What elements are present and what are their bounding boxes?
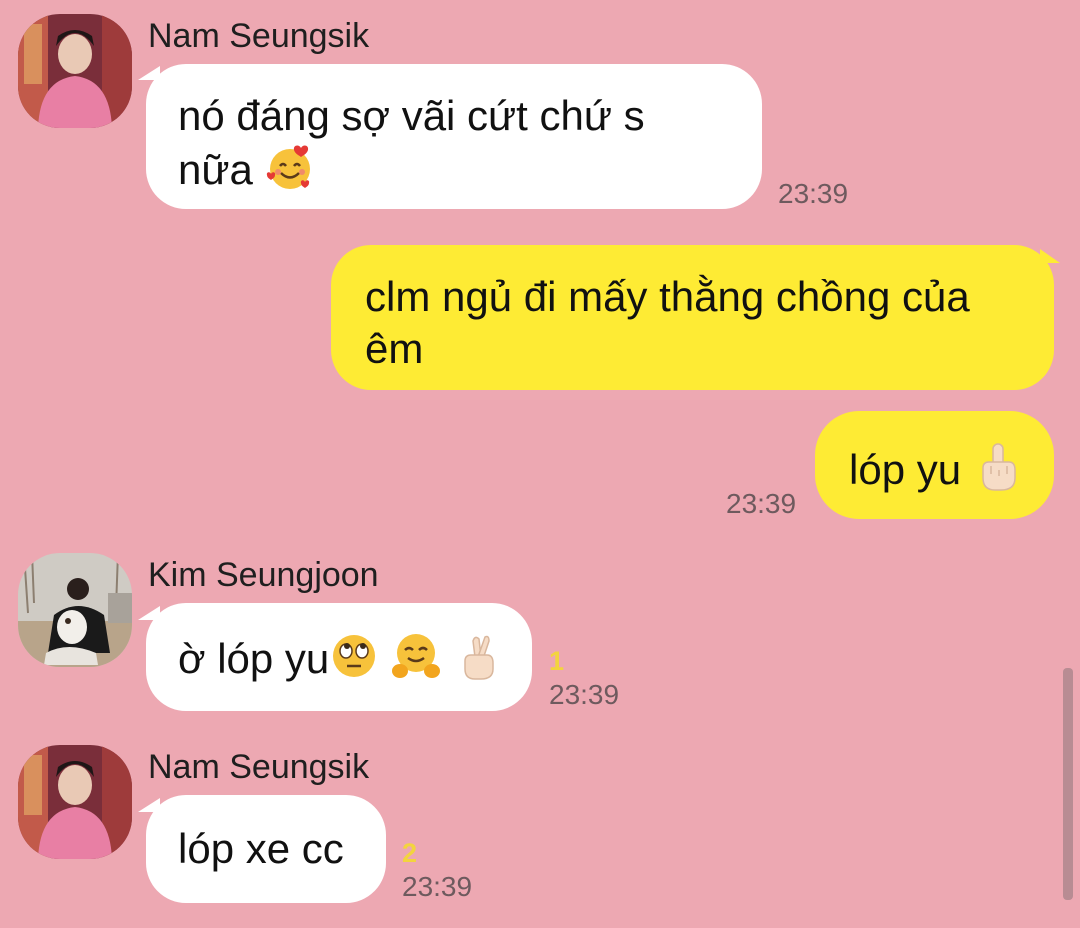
sender-name: Nam Seungsik [148,748,370,786]
avatar-kim-seungjoon[interactable] [18,553,132,667]
unread-count: 2 [402,838,418,868]
message-bubble[interactable]: lóp xe cc [146,795,386,903]
avatar-nam-seungsik[interactable] [18,14,132,128]
unread-count: 1 [549,646,565,676]
message-text: lóp xe cc [178,825,344,872]
message-timestamp: 23:39 [778,178,849,209]
hugging-face-emoji [391,634,440,678]
message-text: lóp yu [849,446,962,493]
message-text: ờ lóp yu [178,635,330,682]
message-bubble[interactable]: lóp yu [815,411,1054,519]
smiling-face-with-hearts-emoji [266,145,310,189]
sender-name: Nam Seungsik [148,17,370,55]
message-bubble[interactable]: clm ngủ đi mấy thằng chồng của êm [331,245,1054,390]
sender-name: Kim Seungjoon [148,556,379,594]
middle-finger-emoji [982,443,1016,491]
message-timestamp: 23:39 [726,488,797,519]
message-text-line: nữa [178,142,732,196]
message-timestamp: 23:39 [402,871,473,902]
message-bubble[interactable]: nó đáng sợ vãi cứt chứ s nữa [146,64,762,209]
bubble-tail [1040,249,1060,263]
scrollbar[interactable] [1063,668,1073,900]
message-text-line: nó đáng sợ vãi cứt chứ s [178,92,645,139]
message-text-line: êm [365,325,424,372]
avatar-nam-seungsik[interactable] [18,745,132,859]
message-timestamp: 23:39 [549,679,620,710]
message-bubble[interactable]: ờ lóp yu [146,603,532,711]
crossed-fingers-emoji [463,635,494,680]
eye-roll-emoji [333,635,376,677]
message-text-line: clm ngủ đi mấy thằng chồng của [365,273,970,320]
